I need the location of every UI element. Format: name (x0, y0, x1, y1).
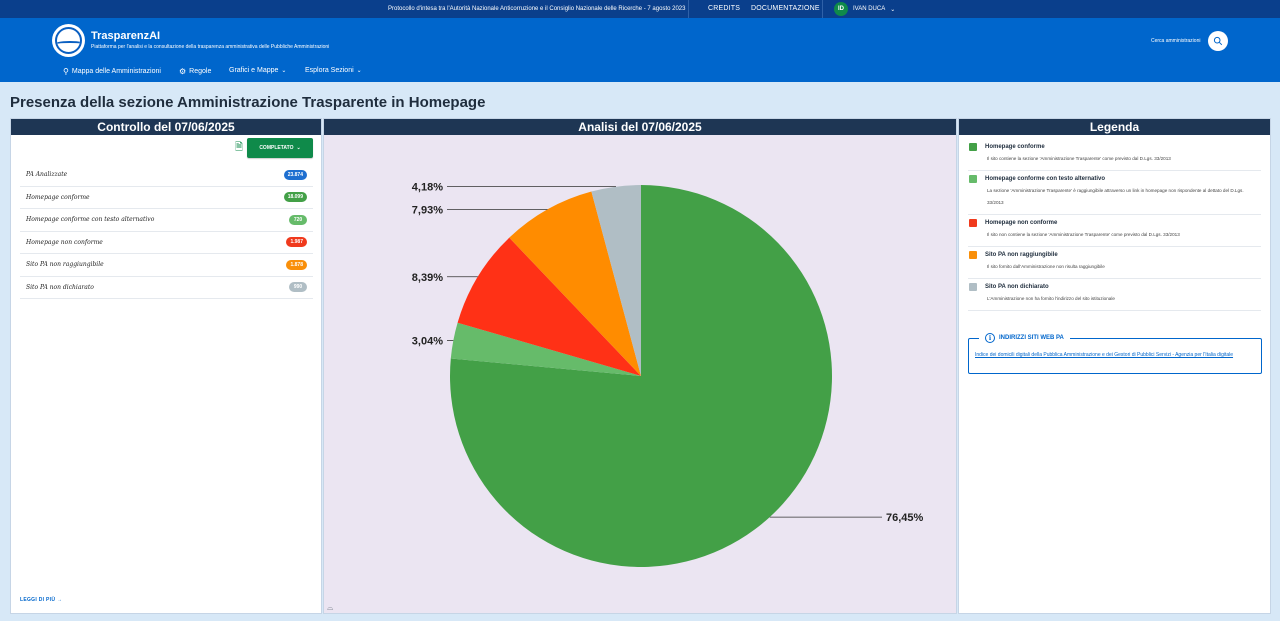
nav-item-regole[interactable]: ⚙ Regole (179, 67, 211, 76)
stats-list: PA Analizzate 23.874 Homepage conforme 18.0… (20, 164, 313, 299)
nav-label: Esplora Sezioni (305, 67, 354, 74)
stat-label: Homepage conforme (26, 193, 90, 201)
status-label: COMPLETATO (259, 145, 294, 151)
legend-title: Homepage non conforme (985, 220, 1058, 226)
divider (822, 0, 823, 18)
credits-link[interactable]: CREDITS (708, 5, 740, 12)
stat-row: Homepage conforme 18.099 (20, 187, 313, 209)
stat-row: PA Analizzate 23.874 (20, 164, 313, 187)
legend-item: Homepage conforme con testo alternativo L… (968, 171, 1261, 215)
panel-title: Controllo del 07/06/2025 (11, 119, 321, 135)
legend-swatch (969, 283, 977, 291)
legend-title: Sito PA non dichiarato (985, 284, 1049, 290)
chevron-down-icon: ⌄ (890, 6, 896, 13)
nav-item-esplora[interactable]: Esplora Sezioni ⌄ (305, 67, 362, 74)
legend-item: Sito PA non dichiarato L'Amministrazione … (968, 279, 1261, 311)
logo-mark-icon (55, 27, 82, 54)
stat-label: PA Analizzate (26, 171, 68, 179)
stat-badge: 990 (289, 282, 307, 293)
divider (688, 0, 689, 18)
info-box: i INDIRIZZI SITI WEB PA Indice dei domic… (968, 333, 1262, 374)
read-more-label: LEGGI DI PIÙ (20, 597, 56, 603)
nav-label: Grafici e Mappe (229, 67, 279, 74)
legend-item: Homepage non conforme Il sito non contien… (968, 215, 1261, 247)
analysis-panel: Analisi del 07/06/2025 76,45% 3,04% 8,39% 7… (323, 118, 957, 614)
stat-badge: 23.874 (283, 169, 307, 180)
legend-title: Sito PA non raggiungibile (985, 252, 1058, 258)
legend-item: Sito PA non raggiungibile Il sito fornito… (968, 247, 1261, 279)
stat-label: Sito PA non dichiarato (26, 283, 94, 291)
stat-badge: 1.987 (286, 237, 307, 248)
legend-description: L'Amministrazione non ha fornito l'indir… (987, 296, 1115, 301)
agid-link[interactable]: Indice dei domicili digitali della Pubbl… (975, 350, 1253, 360)
stat-label: Homepage conforme con testo alternativo (26, 216, 155, 224)
arrow-right-icon: → (56, 597, 63, 603)
stat-row: Homepage non conforme 1.987 (20, 232, 313, 254)
nav-item-mappa[interactable]: ⚲ Mappa delle Amministrazioni (63, 67, 161, 76)
slice-label: 7,93% (412, 204, 443, 216)
stat-badge: 720 (289, 214, 307, 225)
legend-description: Il sito fornito dall'Amministrazione non… (987, 264, 1105, 269)
download-icon[interactable]: 🗎 (235, 140, 243, 157)
map-pin-icon: ⚲ (63, 67, 69, 76)
chevron-down-icon: ⌄ (281, 68, 287, 74)
chevron-down-icon: ⌄ (296, 145, 301, 151)
stat-badge: 18.099 (283, 192, 307, 203)
protocol-text: Protocollo d'intesa tra l'Autorità Nazio… (388, 6, 686, 12)
legend-swatch (969, 175, 977, 183)
stat-label: Homepage non conforme (26, 238, 103, 246)
stat-row: Sito PA non raggiungibile 1.878 (20, 254, 313, 277)
user-menu[interactable]: ID IVAN DUCA ⌄ (834, 2, 895, 16)
nav-label: Mappa delle Amministrazioni (71, 68, 161, 75)
stat-row: Sito PA non dichiarato 990 (20, 277, 313, 299)
legend-item: Homepage conforme Il sito contiene la sez… (968, 139, 1261, 171)
legend-swatch (969, 219, 977, 227)
avatar: ID (834, 2, 848, 16)
gear-icon: ⚙ (179, 67, 187, 76)
user-name: IVAN DUCA (853, 6, 886, 12)
control-panel: Controllo del 07/06/2025 🗎 COMPLETATO ⌄ … (10, 118, 322, 614)
stat-row: Homepage conforme con testo alternativo 7… (20, 209, 313, 232)
nav-item-grafici[interactable]: Grafici e Mappe ⌄ (229, 67, 286, 74)
info-title: i INDIRIZZI SITI WEB PA (979, 333, 1070, 343)
brand-name[interactable]: TrasparenzAI (91, 30, 160, 42)
nav-label: Regole (189, 68, 212, 75)
read-more-link[interactable]: LEGGI DI PIÙ → (20, 597, 62, 603)
stat-badge: 1.878 (286, 259, 307, 270)
legend-description: La sezione 'Amministrazione Trasparente'… (987, 188, 1244, 205)
status-dropdown[interactable]: COMPLETATO ⌄ (247, 138, 313, 158)
chart-area-icon: ⌓ (327, 603, 334, 612)
pie-chart: 76,45% 3,04% 8,39% 7,93% 4,18% (412, 182, 924, 567)
info-icon: i (985, 333, 995, 343)
legend-description: Il sito contiene la sezione 'Amministraz… (987, 156, 1171, 161)
search-icon (1213, 36, 1223, 46)
site-header: TrasparenzAI Piattaforma per l'analisi e… (0, 18, 1280, 82)
slice-label: 8,39% (412, 272, 443, 284)
chevron-down-icon: ⌄ (356, 68, 362, 74)
page-title: Presenza della sezione Amministrazione T… (10, 94, 486, 111)
search-button[interactable] (1208, 31, 1228, 51)
top-bar: Protocollo d'intesa tra l'Autorità Nazio… (0, 0, 1280, 18)
logo[interactable] (52, 24, 85, 57)
slice-label: 76,45% (886, 512, 924, 524)
info-title-label: INDIRIZZI SITI WEB PA (999, 335, 1064, 341)
legend-title: Homepage conforme (985, 144, 1045, 150)
legend-panel: Legenda Homepage conforme Il sito contien… (958, 118, 1271, 614)
legend-description: Il sito non contiene la sezione 'Amminis… (987, 232, 1180, 237)
slice-label: 4,18% (412, 182, 443, 194)
search-label[interactable]: Cerca amministrazioni (1151, 38, 1200, 44)
legend-swatch (969, 251, 977, 259)
brand-subtitle: Piattaforma per l'analisi e la consultaz… (91, 44, 330, 50)
legend-list: Homepage conforme Il sito contiene la sez… (968, 139, 1261, 311)
legend-swatch (969, 143, 977, 151)
panel-title: Analisi del 07/06/2025 (324, 119, 956, 135)
documentation-link[interactable]: DOCUMENTAZIONE (751, 5, 820, 12)
panel-title: Legenda (959, 119, 1270, 135)
legend-title: Homepage conforme con testo alternativo (985, 176, 1106, 182)
stat-label: Sito PA non raggiungibile (26, 261, 104, 269)
slice-label: 3,04% (412, 335, 443, 347)
